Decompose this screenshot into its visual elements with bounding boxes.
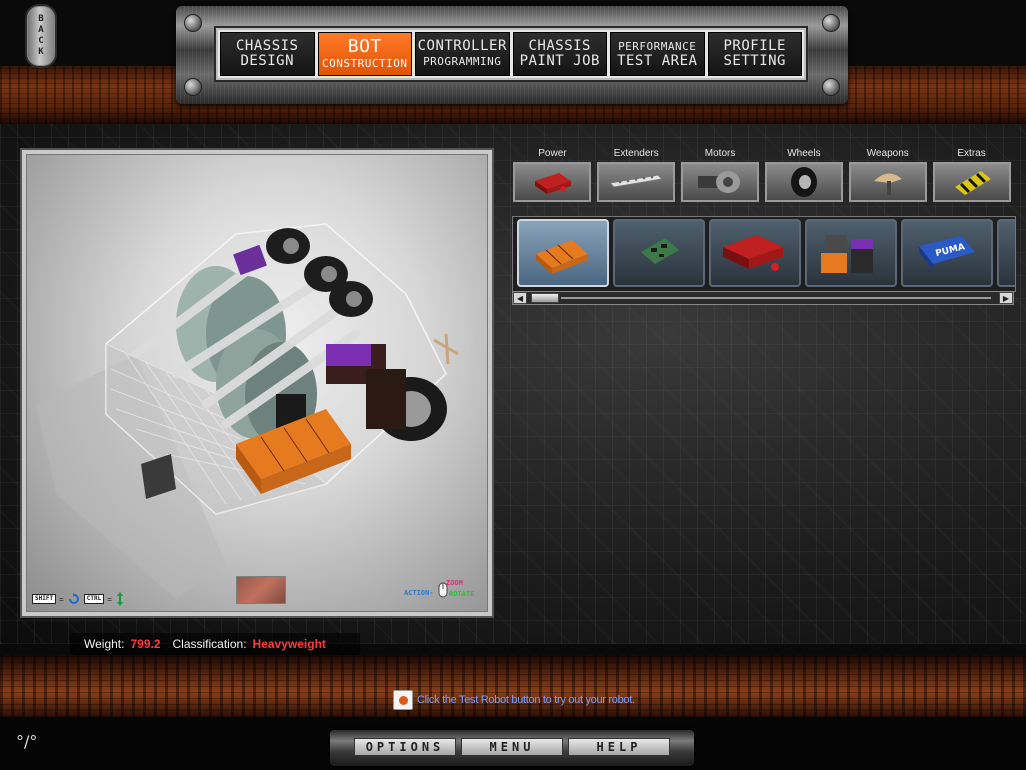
category-label: Power <box>538 148 567 159</box>
bolt-icon <box>184 78 202 96</box>
tab-line1: CONTROLLER <box>417 38 507 54</box>
classification-value: Heavyweight <box>252 637 326 651</box>
zoom-label: ZOOM <box>446 579 463 587</box>
part-preview-thumb <box>236 576 286 604</box>
pan-vertical-icon <box>116 592 123 606</box>
part-item-partial[interactable] <box>997 219 1015 287</box>
back-button-label: BACK <box>36 14 46 58</box>
category-power[interactable]: Power <box>512 146 593 208</box>
part-item-orange-battery-pack[interactable] <box>517 219 609 287</box>
tab-line1: PERFORMANCE <box>618 40 697 53</box>
tip-text: Click the Test Robot button to try out y… <box>417 694 635 706</box>
tips-icon <box>393 690 413 710</box>
tab-line2: PAINT JOB <box>519 53 600 69</box>
tab-profile-setting[interactable]: PROFILE SETTING <box>707 32 802 76</box>
category-motors[interactable]: Motors <box>680 146 761 208</box>
extender-bar-icon <box>597 162 676 202</box>
action-label: ACTION- <box>404 589 434 597</box>
bolt-icon <box>822 78 840 96</box>
scroll-track <box>561 297 991 299</box>
scroll-thumb[interactable] <box>531 293 559 303</box>
weapon-icon <box>848 162 927 202</box>
part-item-battery-stack[interactable] <box>805 219 897 287</box>
scroll-left-arrow-icon[interactable]: ◀ <box>513 292 527 304</box>
tab-line2: PROGRAMMING <box>423 55 502 68</box>
tab-line2: DESIGN <box>240 53 295 69</box>
bottom-menu: OPTIONS MENU HELP <box>330 730 694 766</box>
top-nav-tabs: CHASSIS DESIGN BOT CONSTRUCTION CONTROLL… <box>216 28 806 80</box>
robot-stats: Weight: 799.2 Classification: Heavyweigh… <box>70 633 360 655</box>
part-item-circuit-board[interactable] <box>613 219 705 287</box>
tab-chassis-design[interactable]: CHASSIS DESIGN <box>220 32 315 76</box>
motor-icon <box>681 162 760 202</box>
circuit-board-icon <box>641 238 679 264</box>
red-battery-icon <box>723 235 783 271</box>
mouse-icon <box>438 582 448 598</box>
parts-scrollbar[interactable]: ◀ ▶ <box>512 291 1014 305</box>
robot-model-render <box>36 223 459 599</box>
extras-icon <box>932 162 1011 202</box>
tab-line1: CHASSIS <box>235 38 299 54</box>
parts-list: PUMA <box>512 216 1016 292</box>
category-label: Weapons <box>866 148 909 159</box>
category-wheels[interactable]: Wheels <box>763 146 844 208</box>
shift-key-label: SHIFT <box>32 594 57 604</box>
part-categories: Power Extenders Motors Wheels Weapons Ex… <box>512 146 1012 208</box>
wheel-icon <box>764 162 843 202</box>
loading-indicator-icon: °/° <box>16 732 38 751</box>
back-button[interactable]: BACK <box>25 4 57 68</box>
battery-pack-orange-icon <box>536 240 588 274</box>
options-button[interactable]: OPTIONS <box>354 738 456 756</box>
camera-controls-hint: SHIFT = CTRL = <box>32 592 125 606</box>
tab-bot-construction[interactable]: BOT CONSTRUCTION <box>317 32 412 76</box>
tab-controller-programming[interactable]: CONTROLLER PROGRAMMING <box>415 32 510 76</box>
classification-label: Classification: <box>172 637 247 651</box>
tab-line1: PROFILE <box>723 38 786 54</box>
category-weapons[interactable]: Weapons <box>847 146 928 208</box>
part-item-puma-battery[interactable]: PUMA <box>901 219 993 287</box>
bolt-icon <box>822 14 840 32</box>
category-label: Wheels <box>787 148 821 159</box>
tab-performance-test-area[interactable]: PERFORMANCE TEST AREA <box>610 32 705 76</box>
puma-battery-icon: PUMA <box>919 236 975 270</box>
tab-chassis-paint-job[interactable]: CHASSIS PAINT JOB <box>512 32 607 76</box>
menu-button[interactable]: MENU <box>461 738 563 756</box>
scroll-right-arrow-icon[interactable]: ▶ <box>999 292 1013 304</box>
robot-3d-viewport[interactable]: SHIFT = CTRL = ACTION- ZOOM ROTATE <box>22 150 492 616</box>
tab-line2: TEST AREA <box>617 53 698 69</box>
battery-stack-icon <box>821 235 873 273</box>
rotate-icon <box>68 593 79 604</box>
mouse-action-hint: ACTION- ZOOM ROTATE <box>404 578 484 604</box>
tip-bar: Click the Test Robot button to try out y… <box>393 690 635 710</box>
tab-line1: CHASSIS <box>528 38 591 54</box>
tab-line2: CONSTRUCTION <box>322 57 408 70</box>
tab-line2: SETTING <box>723 53 786 69</box>
category-extras[interactable]: Extras <box>931 146 1012 208</box>
tab-line1: BOT <box>347 36 382 57</box>
bolt-icon <box>184 14 202 32</box>
category-extenders[interactable]: Extenders <box>596 146 677 208</box>
help-button[interactable]: HELP <box>568 738 670 756</box>
category-label: Extenders <box>613 148 659 159</box>
rotate-label: ROTATE <box>449 590 475 598</box>
category-label: Motors <box>704 148 736 159</box>
weight-label: Weight: <box>84 637 125 651</box>
weight-value: 799.2 <box>130 637 161 651</box>
category-label: Extras <box>957 148 986 159</box>
ctrl-key-label: CTRL <box>83 594 105 604</box>
battery-icon <box>513 162 592 202</box>
part-item-red-battery[interactable] <box>709 219 801 287</box>
